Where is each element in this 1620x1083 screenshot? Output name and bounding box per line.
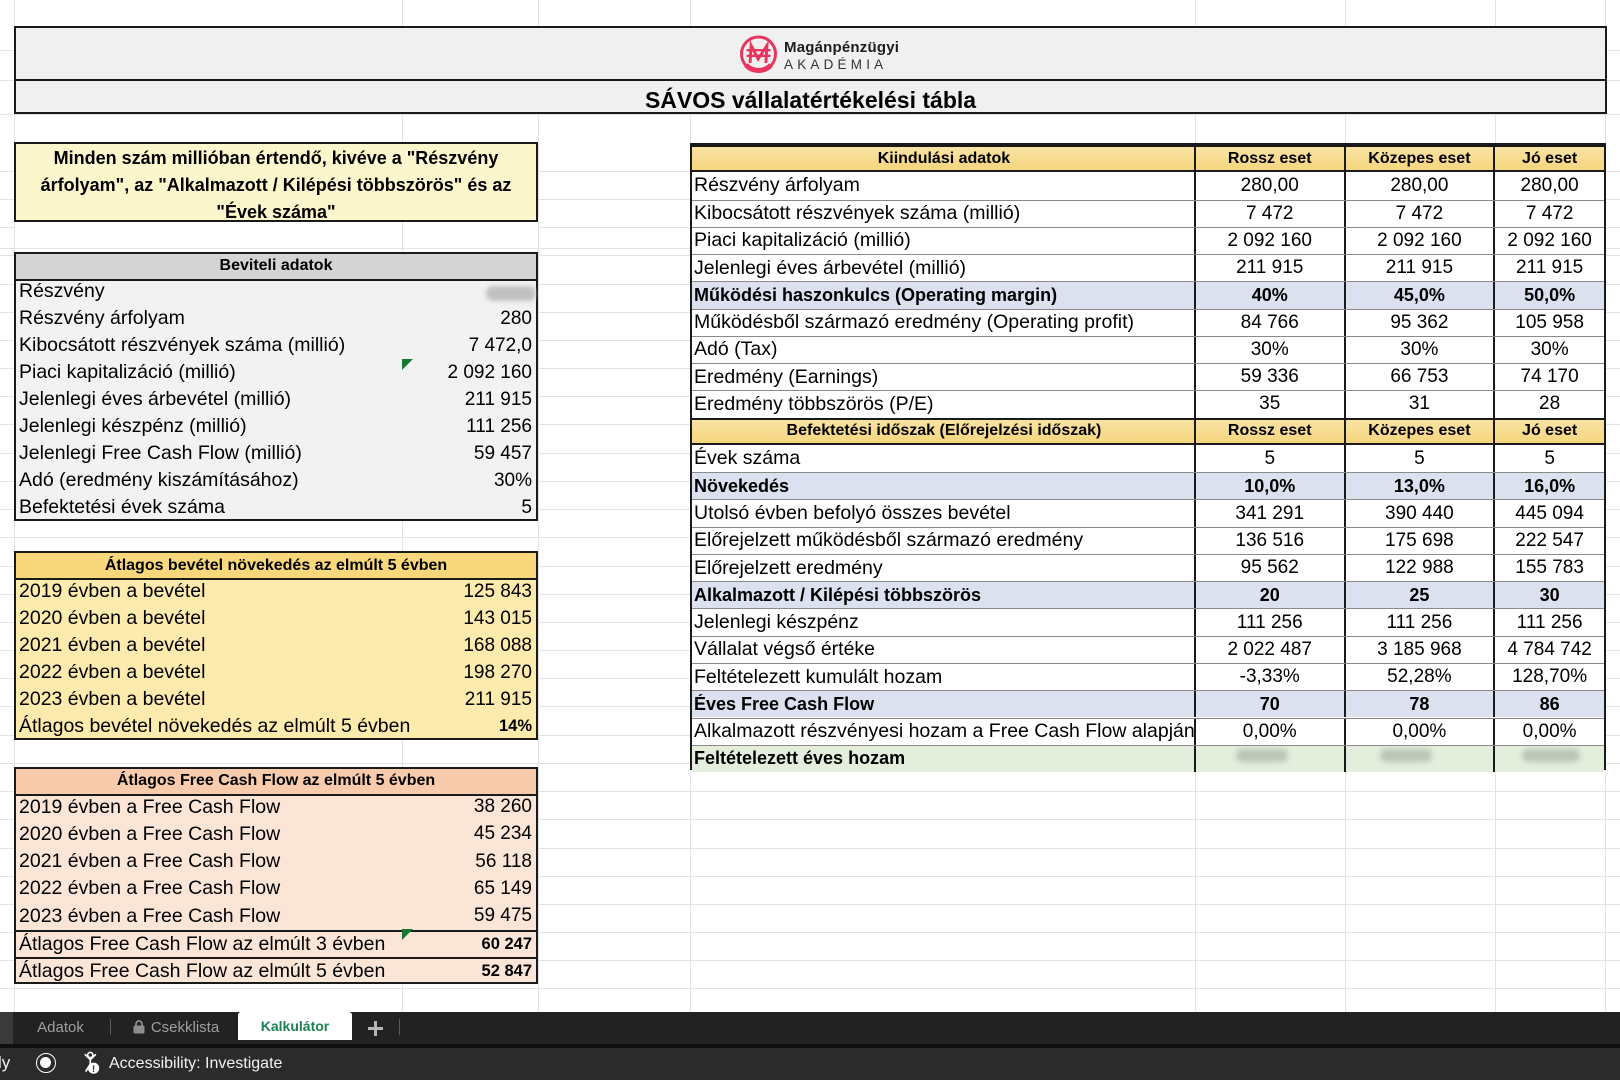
svg-text:!: !: [92, 1064, 95, 1075]
